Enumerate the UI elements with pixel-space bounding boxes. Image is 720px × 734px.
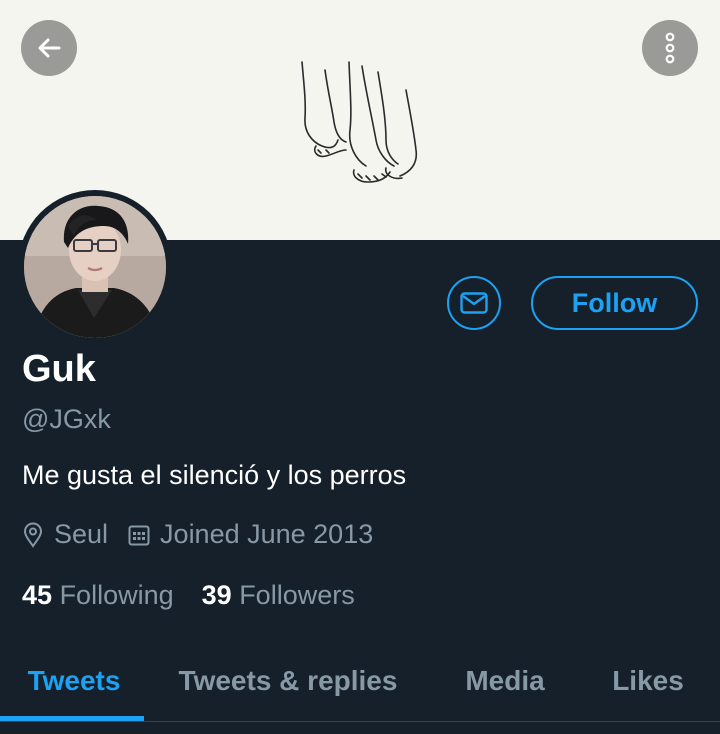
more-vertical-icon [665, 32, 675, 64]
arrow-left-icon [38, 38, 61, 58]
joined-text: Joined June 2013 [160, 519, 374, 549]
following-count: 45 [22, 580, 53, 610]
profile-handle: @JGxk [22, 404, 111, 434]
message-button[interactable] [447, 276, 501, 330]
profile-meta: Seul Joined June 2013 [22, 519, 393, 550]
avatar[interactable] [18, 190, 172, 344]
profile-tabs: Tweets Tweets & replies Media Likes [0, 648, 720, 722]
calendar-icon [128, 525, 150, 545]
follow-button[interactable]: Follow [531, 276, 698, 330]
location-item: Seul [22, 519, 108, 550]
following-stat[interactable]: 45 Following [22, 580, 174, 611]
more-options-button[interactable] [642, 20, 698, 76]
profile-name: Guk [22, 348, 96, 390]
mail-icon [460, 292, 488, 314]
location-pin-icon [23, 522, 43, 548]
followers-label: Followers [239, 580, 355, 610]
tabs-divider [0, 721, 720, 722]
joined-item: Joined June 2013 [128, 519, 373, 550]
avatar-image [24, 196, 166, 338]
profile-bio: Me gusta el silenció y los perros [22, 460, 407, 490]
back-button[interactable] [21, 20, 77, 76]
tab-likes[interactable]: Likes [590, 648, 706, 722]
tab-tweets-replies[interactable]: Tweets & replies [160, 648, 416, 722]
followers-count: 39 [201, 580, 232, 610]
followers-stat[interactable]: 39 Followers [202, 580, 355, 611]
tab-tweets[interactable]: Tweets [0, 648, 148, 722]
location-text: Seul [54, 519, 109, 549]
following-label: Following [59, 580, 174, 610]
follow-stats: 45 Following 39 Followers [22, 580, 383, 611]
tab-media[interactable]: Media [440, 648, 570, 722]
